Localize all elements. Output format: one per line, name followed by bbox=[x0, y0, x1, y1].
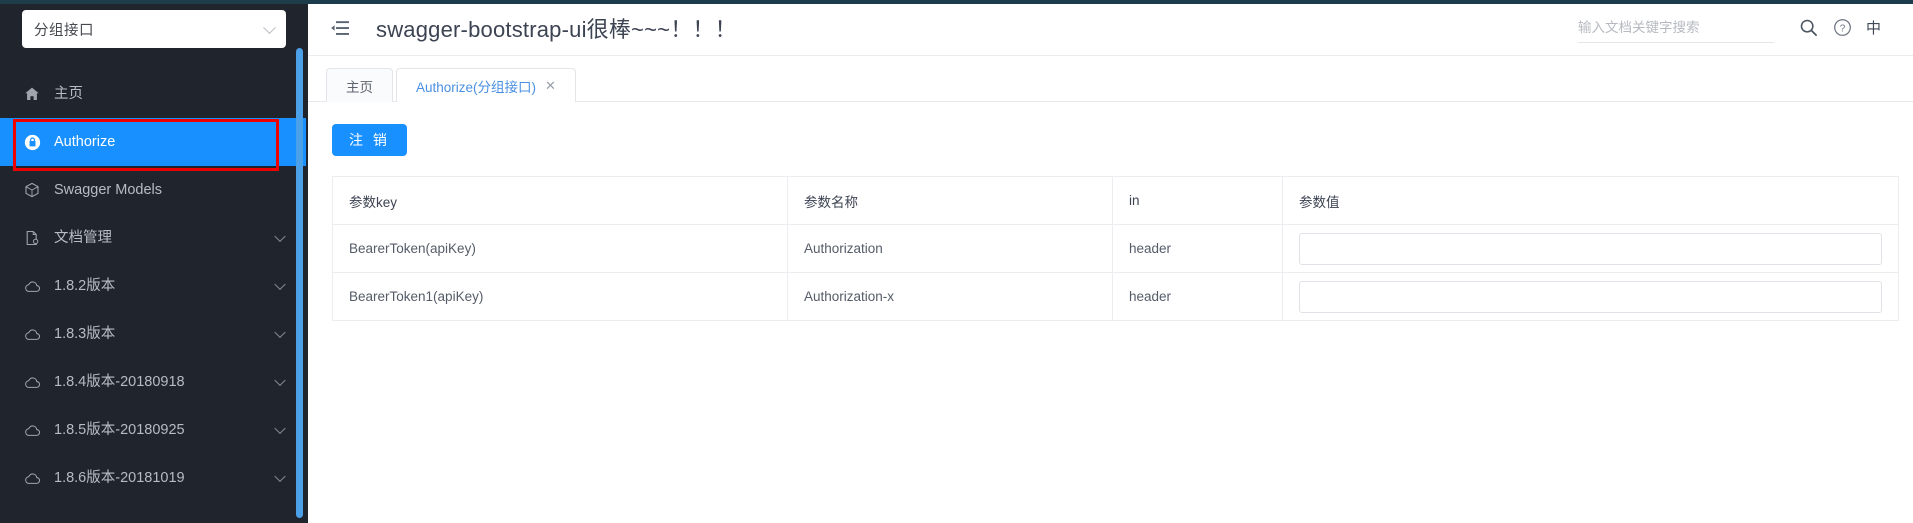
cell-param-value bbox=[1282, 272, 1899, 321]
sidebar-item-version-186[interactable]: 1.8.6版本-20181019 bbox=[0, 454, 308, 502]
sidebar-item-version-185[interactable]: 1.8.5版本-20180925 bbox=[0, 406, 308, 454]
sidebar-item-label: 1.8.4版本-20180918 bbox=[54, 373, 185, 390]
table-row: BearerToken(apiKey) Authorization header bbox=[332, 224, 1899, 273]
tab-label: Authorize(分组接口) bbox=[416, 79, 537, 95]
column-header-in: in bbox=[1112, 176, 1283, 225]
chevron-down-icon bbox=[274, 326, 286, 339]
sidebar-item-version-183[interactable]: 1.8.3版本 bbox=[0, 310, 308, 358]
sidebar-item-label: Swagger Models bbox=[54, 181, 162, 198]
sidebar-item-label: 1.8.5版本-20180925 bbox=[54, 421, 185, 438]
chevron-down-icon bbox=[274, 470, 286, 483]
sidebar-item-label: 主页 bbox=[54, 85, 83, 102]
cloud-icon bbox=[22, 276, 42, 296]
sidebar: 分组接口 主页 Authorize Swagger Models 文档管理 1.… bbox=[0, 0, 308, 523]
page-title: swagger-bootstrap-ui很棒~~~！！！ bbox=[376, 16, 737, 42]
svg-text:?: ? bbox=[1840, 23, 1846, 34]
sidebar-scrollbar[interactable] bbox=[296, 48, 303, 518]
table-row: BearerToken1(apiKey) Authorization-x hea… bbox=[332, 272, 1899, 321]
document-icon bbox=[22, 228, 42, 248]
param-value-input-bearertoken1[interactable] bbox=[1299, 280, 1882, 313]
search-icon[interactable] bbox=[1792, 11, 1826, 45]
header-actions: ? 中 bbox=[1577, 11, 1913, 45]
main-area: swagger-bootstrap-ui很棒~~~！！！ ? bbox=[308, 0, 1913, 523]
cell-param-in: header bbox=[1112, 224, 1283, 273]
sidebar-nav: 主页 Authorize Swagger Models 文档管理 1.8.2版本… bbox=[0, 70, 308, 502]
cell-param-key: BearerToken1(apiKey) bbox=[332, 272, 788, 321]
question-circle-icon[interactable]: ? bbox=[1826, 11, 1860, 45]
cloud-icon bbox=[22, 420, 42, 440]
language-toggle[interactable]: 中 bbox=[1860, 17, 1887, 38]
cell-param-value bbox=[1282, 224, 1899, 273]
sidebar-item-document-management[interactable]: 文档管理 bbox=[0, 214, 308, 262]
chevron-down-icon bbox=[263, 21, 276, 35]
cell-param-in: header bbox=[1112, 272, 1283, 321]
top-header: swagger-bootstrap-ui很棒~~~！！！ ? bbox=[308, 0, 1913, 56]
group-select[interactable]: 分组接口 bbox=[22, 10, 286, 48]
cloud-icon bbox=[22, 372, 42, 392]
authorize-table: 参数key 参数名称 in 参数值 BearerToken(apiKey) Au… bbox=[332, 176, 1899, 321]
param-value-input-bearertoken[interactable] bbox=[1299, 232, 1882, 265]
tab-home[interactable]: 主页 bbox=[326, 68, 393, 102]
cloud-icon bbox=[22, 324, 42, 344]
group-select-value: 分组接口 bbox=[34, 22, 94, 39]
table-header-row: 参数key 参数名称 in 参数值 bbox=[332, 176, 1899, 225]
app-root: 分组接口 主页 Authorize Swagger Models 文档管理 1.… bbox=[0, 0, 1913, 523]
column-header-key: 参数key bbox=[332, 176, 788, 225]
home-icon bbox=[22, 84, 42, 104]
column-header-value: 参数值 bbox=[1282, 176, 1899, 225]
content-area: 注 销 参数key 参数名称 in 参数值 BearerToken(apiKey… bbox=[308, 102, 1913, 321]
sidebar-item-label: 1.8.6版本-20181019 bbox=[54, 469, 185, 486]
sidebar-item-label: Authorize bbox=[54, 133, 116, 150]
cell-param-name: Authorization bbox=[787, 224, 1113, 273]
menu-fold-icon[interactable] bbox=[326, 14, 354, 42]
top-rule-right bbox=[308, 0, 1913, 4]
sidebar-item-home[interactable]: 主页 bbox=[0, 70, 308, 118]
column-header-name: 参数名称 bbox=[787, 176, 1113, 225]
sidebar-header: 分组接口 bbox=[0, 0, 308, 48]
sidebar-item-swagger-models[interactable]: Swagger Models bbox=[0, 166, 308, 214]
search-box bbox=[1577, 12, 1774, 43]
tab-authorize[interactable]: Authorize(分组接口) ✕ bbox=[396, 68, 576, 102]
chevron-down-icon bbox=[274, 278, 286, 291]
sidebar-item-version-184[interactable]: 1.8.4版本-20180918 bbox=[0, 358, 308, 406]
sidebar-item-authorize[interactable]: Authorize bbox=[0, 118, 308, 166]
sidebar-item-label: 1.8.3版本 bbox=[54, 325, 116, 342]
sidebar-item-label: 文档管理 bbox=[54, 229, 112, 246]
chevron-down-icon bbox=[274, 374, 286, 387]
logout-button[interactable]: 注 销 bbox=[332, 124, 407, 156]
lock-icon bbox=[22, 132, 42, 152]
table-body: BearerToken(apiKey) Authorization header… bbox=[332, 224, 1899, 321]
tab-label: 主页 bbox=[346, 79, 373, 95]
tab-bar: 主页 Authorize(分组接口) ✕ bbox=[308, 56, 1913, 102]
close-icon[interactable]: ✕ bbox=[545, 79, 556, 92]
sidebar-item-version-182[interactable]: 1.8.2版本 bbox=[0, 262, 308, 310]
cloud-icon bbox=[22, 468, 42, 488]
cell-param-name: Authorization-x bbox=[787, 272, 1113, 321]
cell-param-key: BearerToken(apiKey) bbox=[332, 224, 788, 273]
table-head: 参数key 参数名称 in 参数值 bbox=[332, 176, 1899, 225]
chevron-down-icon bbox=[274, 230, 286, 243]
chevron-down-icon bbox=[274, 422, 286, 435]
cube-icon bbox=[22, 180, 42, 200]
sidebar-item-label: 1.8.2版本 bbox=[54, 277, 116, 294]
search-input[interactable] bbox=[1577, 12, 1774, 43]
